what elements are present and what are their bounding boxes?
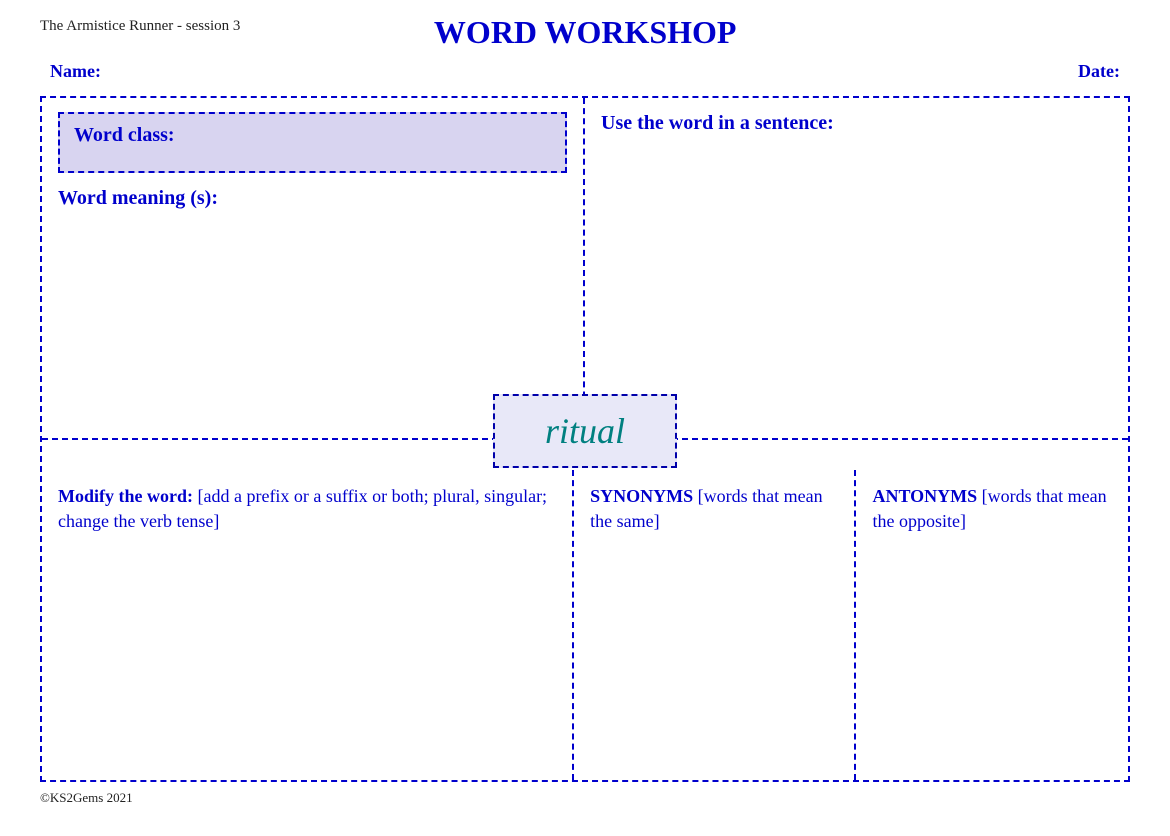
synonyms-col: SYNONYMS [words that mean the same] (574, 470, 856, 780)
left-top-panel: Word class: Word meaning (s): (42, 98, 585, 438)
center-word-container: ritual (493, 394, 677, 468)
footer: ©KS2Gems 2021 (40, 790, 1130, 806)
antonyms-bold: ANTONYMS (872, 486, 977, 506)
copyright-text: ©KS2Gems 2021 (40, 790, 133, 805)
use-sentence-label: Use the word in a sentence: (601, 112, 1112, 135)
right-top-panel: Use the word in a sentence: (585, 98, 1128, 438)
synonyms-bold: SYNONYMS (590, 486, 693, 506)
modify-bold: Modify the word: (58, 486, 193, 506)
word-class-box: Word class: (58, 112, 567, 173)
page-title: WORD WORKSHOP (240, 14, 930, 51)
name-date-row: Name: Date: (40, 61, 1130, 82)
name-label: Name: (50, 61, 101, 82)
session-label: The Armistice Runner - session 3 (40, 18, 240, 35)
modify-label: Modify the word: [add a prefix or a suff… (58, 484, 556, 534)
date-label: Date: (1078, 61, 1120, 82)
antonyms-label: ANTONYMS [words that mean the opposite] (872, 484, 1112, 534)
bottom-section: Modify the word: [add a prefix or a suff… (42, 470, 1128, 780)
center-word-box: ritual (493, 394, 677, 468)
synonyms-label: SYNONYMS [words that mean the same] (590, 484, 838, 534)
center-word-text: ritual (545, 411, 625, 451)
top-bar: The Armistice Runner - session 3 WORD WO… (40, 18, 1130, 51)
main-grid: Word class: Word meaning (s): Use the wo… (40, 96, 1130, 782)
top-section: Word class: Word meaning (s): Use the wo… (42, 98, 1128, 440)
antonyms-col: ANTONYMS [words that mean the opposite] (856, 470, 1128, 780)
page: The Armistice Runner - session 3 WORD WO… (0, 0, 1170, 836)
modify-col: Modify the word: [add a prefix or a suff… (42, 470, 574, 780)
word-class-label: Word class: (74, 124, 175, 146)
word-meaning-label: Word meaning (s): (58, 187, 567, 210)
